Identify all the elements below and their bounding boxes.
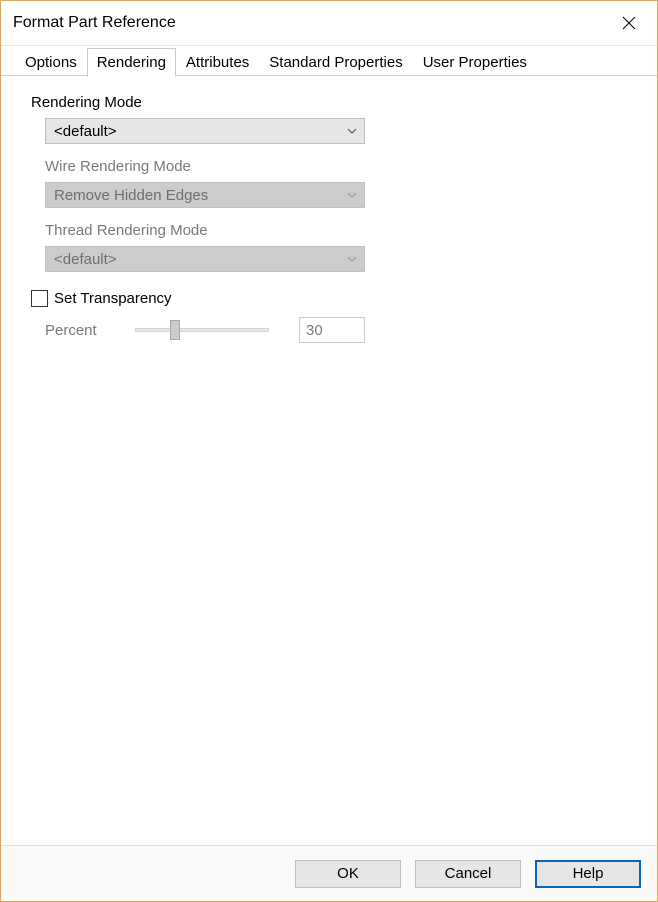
percent-label: Percent — [45, 322, 105, 339]
set-transparency-row: Set Transparency — [31, 290, 641, 307]
wire-rendering-mode-label: Wire Rendering Mode — [45, 158, 641, 175]
transparency-percent-input[interactable] — [299, 317, 365, 343]
tab-attributes[interactable]: Attributes — [176, 48, 259, 76]
tab-user-properties[interactable]: User Properties — [413, 48, 537, 76]
help-button[interactable]: Help — [535, 860, 641, 888]
rendering-mode-combo[interactable]: <default> — [45, 118, 365, 144]
wire-rendering-mode-combo: Remove Hidden Edges — [45, 182, 365, 208]
slider-thumb[interactable] — [170, 320, 180, 340]
rendering-mode-value: <default> — [54, 123, 117, 140]
tab-options[interactable]: Options — [15, 48, 87, 76]
ok-button[interactable]: OK — [295, 860, 401, 888]
close-button[interactable] — [615, 9, 643, 37]
dialog-footer: OK Cancel Help — [1, 845, 657, 901]
titlebar: Format Part Reference — [1, 1, 657, 45]
transparency-percent-row: Percent — [45, 317, 641, 343]
cancel-button[interactable]: Cancel — [415, 860, 521, 888]
thread-rendering-mode-combo: <default> — [45, 246, 365, 272]
tab-bar: Options Rendering Attributes Standard Pr… — [1, 46, 657, 76]
chevron-down-icon — [340, 128, 364, 134]
tab-content: Rendering Mode <default> Wire Rendering … — [1, 76, 657, 845]
wire-rendering-mode-value: Remove Hidden Edges — [54, 187, 208, 204]
close-icon — [622, 16, 636, 30]
slider-track — [135, 328, 269, 332]
window-title: Format Part Reference — [13, 14, 176, 32]
tab-standard-properties[interactable]: Standard Properties — [259, 48, 412, 76]
chevron-down-icon — [340, 256, 364, 262]
transparency-slider[interactable] — [135, 320, 269, 340]
thread-rendering-mode-value: <default> — [54, 251, 117, 268]
thread-rendering-mode-label: Thread Rendering Mode — [45, 222, 641, 239]
set-transparency-checkbox[interactable] — [31, 290, 48, 307]
tab-rendering[interactable]: Rendering — [87, 48, 176, 77]
chevron-down-icon — [340, 192, 364, 198]
rendering-mode-label: Rendering Mode — [31, 94, 641, 111]
set-transparency-label: Set Transparency — [54, 290, 172, 307]
